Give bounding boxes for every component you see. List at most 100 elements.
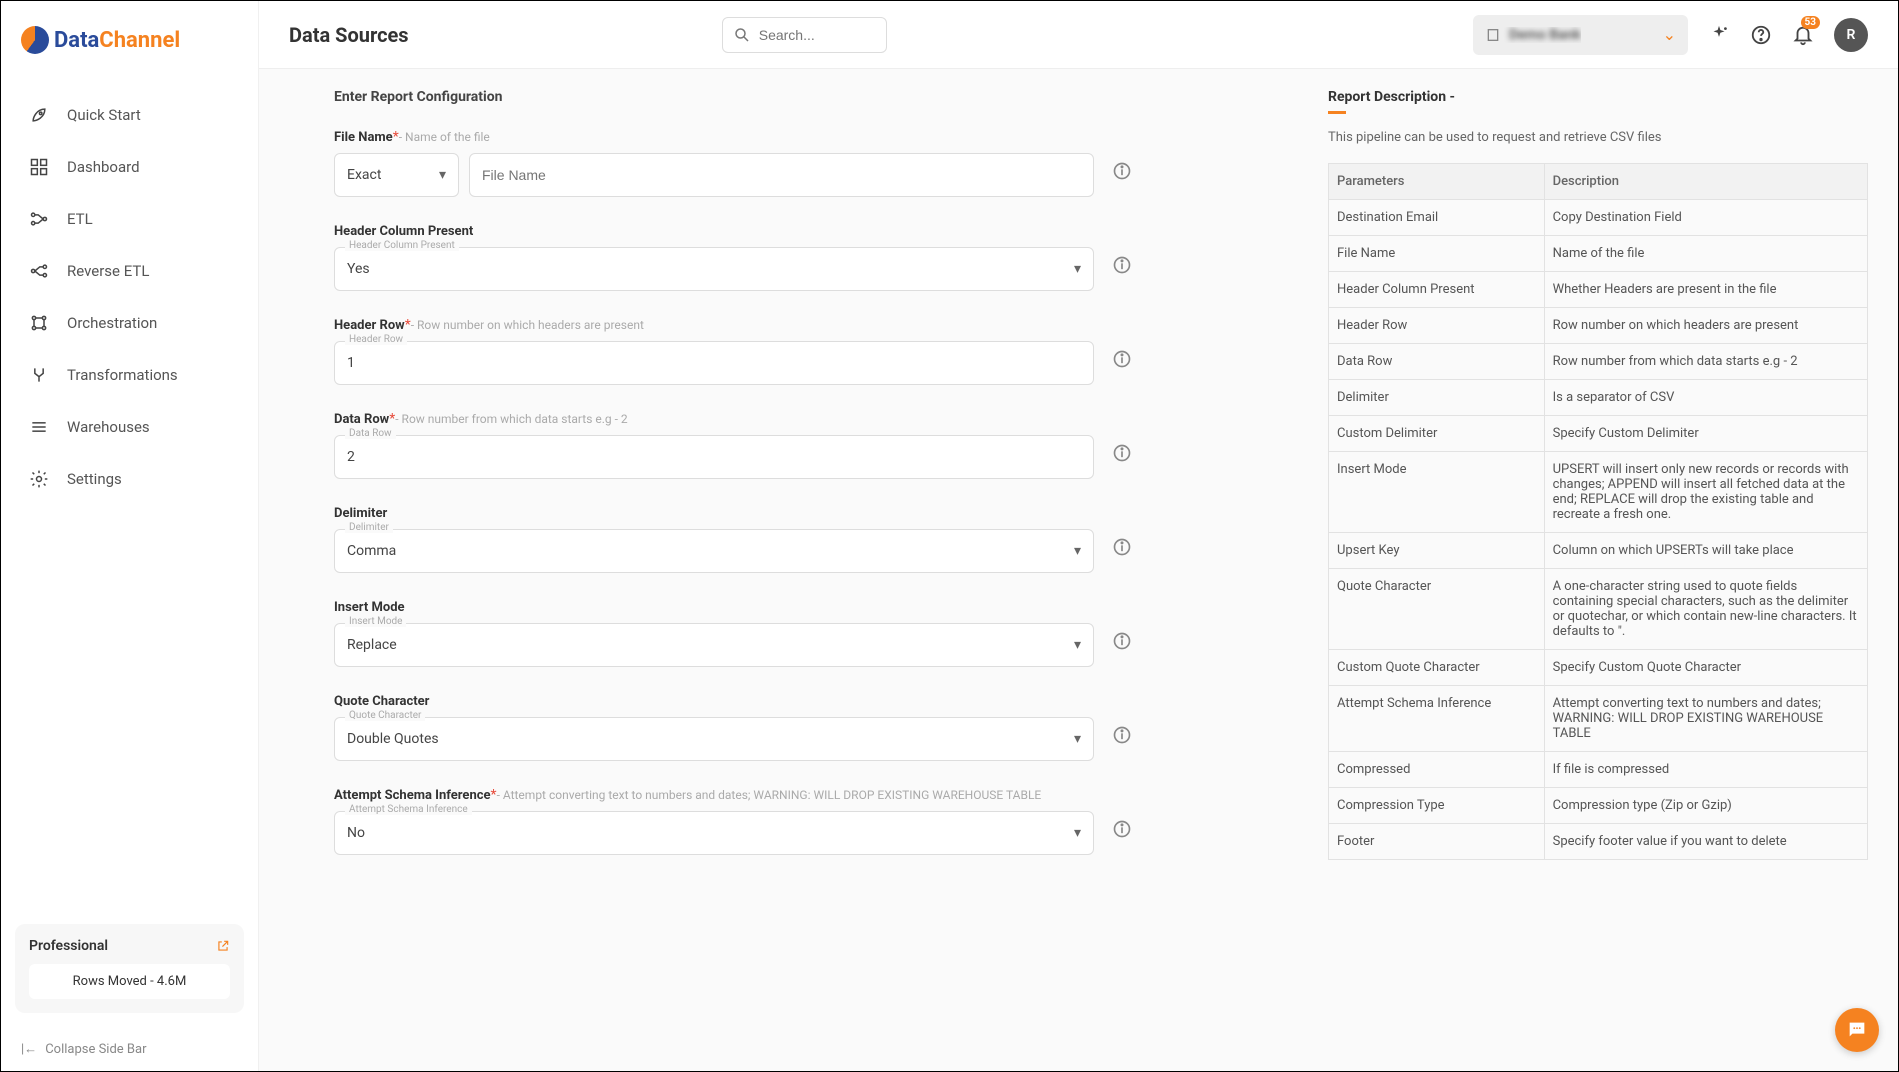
org-selector[interactable]: Demo Bank ⌄ [1473,15,1688,55]
building-icon [1485,27,1501,43]
nav: Quick Start Dashboard ETL Reverse ETL Or… [1,79,258,910]
bell-icon[interactable]: 53 [1792,24,1814,46]
field-header-row: Header Row*- Row number on which headers… [334,317,1298,385]
table-row: File NameName of the file [1329,236,1868,272]
params-table: Parameters Description Destination Email… [1328,163,1868,860]
param-desc: Row number on which headers are present [1544,308,1867,344]
info-icon[interactable] [1112,349,1132,369]
plan-box: Professional Rows Moved - 4.6M [15,924,244,1013]
gear-icon [29,469,49,489]
header-present-select[interactable]: Header Column Present Yes ▾ [334,247,1094,291]
page-title: Data Sources [289,23,409,47]
info-icon[interactable] [1112,161,1132,181]
param-name: Upsert Key [1329,533,1545,569]
info-icon[interactable] [1112,725,1132,745]
info-icon[interactable] [1112,255,1132,275]
avatar[interactable]: R [1834,18,1868,52]
param-desc: Attempt converting text to numbers and d… [1544,686,1867,752]
etl-icon [29,209,49,229]
schema-inference-select[interactable]: Attempt Schema Inference No ▾ [334,811,1094,855]
logo[interactable]: DataChannel [1,1,258,79]
sidebar-item-quickstart[interactable]: Quick Start [1,89,258,141]
sidebar-item-label: Dashboard [67,158,140,176]
table-row: Attempt Schema InferenceAttempt converti… [1329,686,1868,752]
field-header-present: Header Column Present Header Column Pres… [334,223,1298,291]
param-desc: Specify Custom Quote Character [1544,650,1867,686]
transformations-icon [29,365,49,385]
desc-title: Report Description - [1328,89,1868,105]
help-icon[interactable] [1750,24,1772,46]
sidebar-item-label: Settings [67,470,122,488]
info-icon[interactable] [1112,443,1132,463]
table-row: FooterSpecify footer value if you want t… [1329,824,1868,860]
param-desc: Copy Destination Field [1544,200,1867,236]
sidebar-item-settings[interactable]: Settings [1,453,258,505]
desc-text: This pipeline can be used to request and… [1328,130,1868,145]
file-name-input[interactable] [482,167,1081,183]
file-name-input-wrap [469,153,1094,197]
rocket-icon [29,105,49,125]
table-row: Header RowRow number on which headers ar… [1329,308,1868,344]
field-schema-inference: Attempt Schema Inference*- Attempt conve… [334,787,1298,855]
main: Data Sources Demo Bank ⌄ 53 R [259,1,1898,1071]
search-box[interactable] [722,17,887,53]
notif-badge: 53 [1801,16,1820,29]
search-input[interactable] [759,27,876,43]
data-row-input[interactable]: Data Row 2 [334,435,1094,479]
caret-down-icon: ▾ [1074,543,1081,559]
sidebar-item-warehouses[interactable]: Warehouses [1,401,258,453]
table-row: Quote CharacterA one-character string us… [1329,569,1868,650]
param-desc: Name of the file [1544,236,1867,272]
param-desc: If file is compressed [1544,752,1867,788]
sidebar-item-transformations[interactable]: Transformations [1,349,258,401]
sidebar-item-etl[interactable]: ETL [1,193,258,245]
field-insert-mode: Insert Mode Insert Mode Replace ▾ [334,599,1298,667]
sidebar-item-label: ETL [67,210,93,228]
sidebar-item-label: Quick Start [67,106,141,124]
param-desc: Whether Headers are present in the file [1544,272,1867,308]
quote-char-select[interactable]: Quote Character Double Quotes ▾ [334,717,1094,761]
sidebar-item-reverse-etl[interactable]: Reverse ETL [1,245,258,297]
param-desc: Specify footer value if you want to dele… [1544,824,1867,860]
field-data-row: Data Row*- Row number from which data st… [334,411,1298,479]
table-row: Upsert KeyColumn on which UPSERTs will t… [1329,533,1868,569]
sidebar-item-dashboard[interactable]: Dashboard [1,141,258,193]
param-name: Attempt Schema Inference [1329,686,1545,752]
org-name: Demo Bank [1509,27,1581,43]
chat-bubble[interactable] [1835,1008,1879,1052]
plan-name: Professional [29,938,108,954]
file-name-match-select[interactable]: Exact ▾ [334,153,459,197]
sidebar: DataChannel Quick Start Dashboard ETL Re… [1,1,259,1071]
insert-mode-select[interactable]: Insert Mode Replace ▾ [334,623,1094,667]
header-row-input[interactable]: Header Row 1 [334,341,1094,385]
param-name: Custom Delimiter [1329,416,1545,452]
param-desc: UPSERT will insert only new records or r… [1544,452,1867,533]
table-row: Data RowRow number from which data start… [1329,344,1868,380]
field-delimiter: Delimiter Delimiter Comma ▾ [334,505,1298,573]
param-name: Custom Quote Character [1329,650,1545,686]
param-desc: Is a separator of CSV [1544,380,1867,416]
table-row: CompressedIf file is compressed [1329,752,1868,788]
th-desc: Description [1544,164,1867,200]
table-row: DelimiterIs a separator of CSV [1329,380,1868,416]
field-quote-char: Quote Character Quote Character Double Q… [334,693,1298,761]
orchestration-icon [29,313,49,333]
info-icon[interactable] [1112,537,1132,557]
logo-text: DataChannel [54,28,180,53]
caret-down-icon: ▾ [1074,261,1081,277]
table-row: Insert ModeUPSERT will insert only new r… [1329,452,1868,533]
warehouses-icon [29,417,49,437]
sparkle-icon[interactable] [1708,24,1730,46]
caret-down-icon: ▾ [1074,825,1081,841]
accent-bar [1328,111,1346,114]
caret-down-icon: ▾ [1074,637,1081,653]
sidebar-item-orchestration[interactable]: Orchestration [1,297,258,349]
collapse-label: Collapse Side Bar [45,1042,146,1057]
param-desc: Compression type (Zip or Gzip) [1544,788,1867,824]
delimiter-select[interactable]: Delimiter Comma ▾ [334,529,1094,573]
open-external-icon[interactable] [216,939,230,953]
collapse-sidebar[interactable]: |← Collapse Side Bar [1,1027,258,1071]
param-desc: Column on which UPSERTs will take place [1544,533,1867,569]
info-icon[interactable] [1112,819,1132,839]
info-icon[interactable] [1112,631,1132,651]
